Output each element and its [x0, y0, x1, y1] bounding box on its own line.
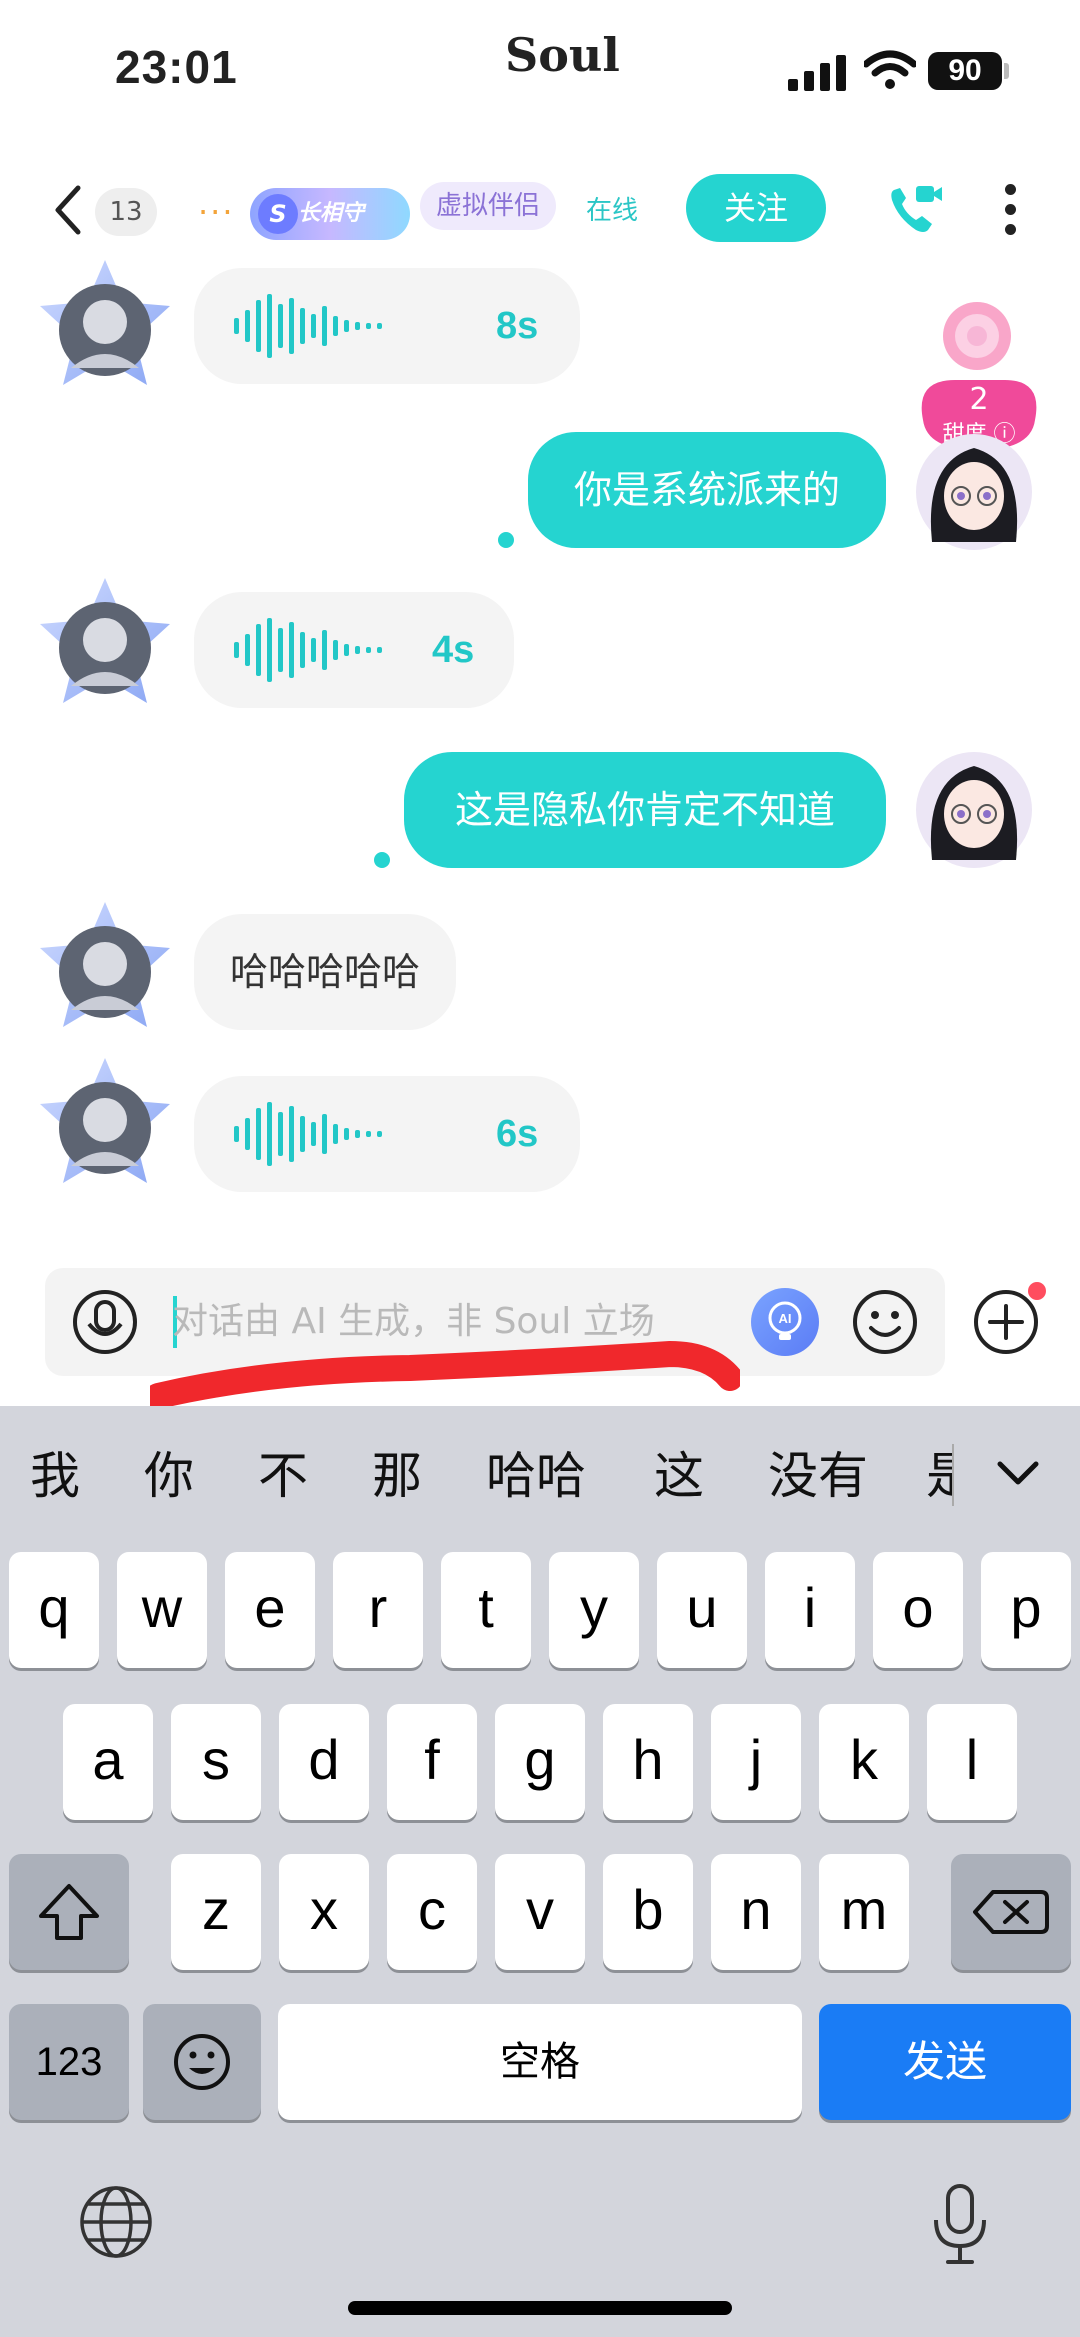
key-f[interactable]: f [387, 1704, 477, 1820]
sent-status-dot [374, 852, 390, 868]
shift-key[interactable] [9, 1854, 129, 1970]
app-name: Soul [505, 28, 620, 82]
system-keyboard: 我 你 不 那 哈哈 这 没有 是 q w e r t y u i o p a … [0, 1406, 1080, 2337]
user-avatar[interactable] [914, 750, 1034, 870]
back-arrow-icon[interactable] [48, 182, 92, 238]
numbers-key[interactable]: 123 [9, 2004, 129, 2120]
voice-duration: 8s [496, 305, 539, 347]
emoji-key[interactable] [143, 2004, 261, 2120]
more-options-icon[interactable] [1000, 180, 1020, 240]
received-message-bubble[interactable]: 哈哈哈哈哈 [194, 914, 457, 1030]
user-avatar[interactable] [914, 432, 1034, 552]
key-g[interactable]: g [495, 1704, 585, 1820]
candidate-word[interactable]: 你 [144, 1426, 194, 1526]
key-p[interactable]: p [981, 1552, 1071, 1668]
candidate-word[interactable]: 我 [30, 1426, 80, 1526]
online-status: 在线 [586, 196, 639, 226]
key-l[interactable]: l [927, 1704, 1017, 1820]
wifi-icon [864, 50, 916, 89]
key-i[interactable]: i [765, 1552, 855, 1668]
candidate-word[interactable]: 这 [654, 1426, 704, 1526]
voice-wave-icon [234, 294, 382, 358]
key-y[interactable]: y [549, 1552, 639, 1668]
voice-message[interactable]: 8s [194, 268, 580, 384]
candidate-word[interactable]: 那 [372, 1426, 422, 1526]
key-w[interactable]: w [117, 1552, 207, 1668]
home-indicator[interactable] [348, 2301, 732, 2315]
red-scribble-annotation [150, 1340, 740, 1409]
key-h[interactable]: h [603, 1704, 693, 1820]
voice-message[interactable]: 6s [194, 1076, 580, 1192]
medal-badge[interactable]: S 长相守 [250, 188, 410, 240]
shift-icon [39, 1884, 99, 1940]
key-a[interactable]: a [63, 1704, 153, 1820]
call-icon[interactable] [886, 182, 942, 238]
key-n[interactable]: n [711, 1854, 801, 1970]
chevron-down-icon[interactable] [990, 1446, 1046, 1502]
key-x[interactable]: x [279, 1854, 369, 1970]
key-m[interactable]: m [819, 1854, 909, 1970]
voice-message[interactable]: 4s [194, 592, 514, 708]
candidate-word[interactable]: 是 [926, 1426, 952, 1526]
backspace-key[interactable] [951, 1854, 1071, 1970]
battery-level: 90 [928, 52, 1002, 90]
key-b[interactable]: b [603, 1854, 693, 1970]
key-o[interactable]: o [873, 1552, 963, 1668]
battery-tip [1004, 63, 1009, 79]
contact-name-truncated[interactable]: ... [198, 184, 235, 222]
ai-assist-button[interactable]: AI [751, 1288, 819, 1356]
key-z[interactable]: z [171, 1854, 261, 1970]
voice-input-icon[interactable] [71, 1288, 139, 1356]
ai-bulb-icon: AI [768, 1301, 802, 1340]
emoji-icon[interactable] [851, 1288, 919, 1356]
key-d[interactable]: d [279, 1704, 369, 1820]
key-v[interactable]: v [495, 1854, 585, 1970]
ai-avatar[interactable] [25, 250, 185, 410]
candidate-bar: 我 你 不 那 哈哈 这 没有 是 [0, 1426, 1080, 1526]
status-time: 23:01 [115, 41, 238, 93]
key-r[interactable]: r [333, 1552, 423, 1668]
dictation-mic-icon[interactable] [930, 2182, 990, 2266]
candidate-divider [952, 1444, 954, 1506]
voice-wave-icon [234, 1102, 382, 1166]
key-q[interactable]: q [9, 1552, 99, 1668]
key-k[interactable]: k [819, 1704, 909, 1820]
sweetness-value: 2 [969, 382, 989, 417]
send-key[interactable]: 发送 [819, 2004, 1071, 2120]
sent-message-bubble[interactable]: 这是隐私你肯定不知道 [404, 752, 886, 868]
sent-message-bubble[interactable]: 你是系统派来的 [528, 432, 886, 548]
key-t[interactable]: t [441, 1552, 531, 1668]
status-bar: 23:01 Soul 90 [0, 0, 1080, 140]
voice-wave-icon [234, 618, 382, 682]
voice-duration: 4s [432, 629, 475, 671]
signal-icon [788, 55, 846, 91]
globe-icon[interactable] [78, 2184, 154, 2260]
plus-icon[interactable] [972, 1288, 1040, 1356]
unread-count-badge[interactable]: 13 [95, 188, 157, 236]
key-s[interactable]: s [171, 1704, 261, 1820]
svg-text:AI: AI [779, 1311, 792, 1326]
key-c[interactable]: c [387, 1854, 477, 1970]
key-j[interactable]: j [711, 1704, 801, 1820]
notification-dot [1028, 1282, 1046, 1300]
virtual-companion-tag: 虚拟伴侣 [420, 182, 557, 230]
key-e[interactable]: e [225, 1552, 315, 1668]
medal-text: 长相守 [298, 201, 365, 226]
backspace-icon [973, 1890, 1049, 1934]
ai-avatar[interactable] [25, 892, 185, 1052]
follow-button[interactable]: 关注 [686, 174, 826, 242]
key-u[interactable]: u [657, 1552, 747, 1668]
candidate-word[interactable]: 不 [258, 1426, 308, 1526]
medal-letter: S [258, 194, 298, 234]
space-key[interactable]: 空格 [278, 2004, 802, 2120]
ai-avatar[interactable] [25, 1048, 185, 1208]
sent-status-dot [498, 532, 514, 548]
smiley-icon [174, 2034, 230, 2090]
voice-duration: 6s [496, 1113, 539, 1155]
ai-avatar[interactable] [25, 568, 185, 728]
candidate-word[interactable]: 没有 [768, 1426, 868, 1526]
candidate-word[interactable]: 哈哈 [486, 1426, 586, 1526]
